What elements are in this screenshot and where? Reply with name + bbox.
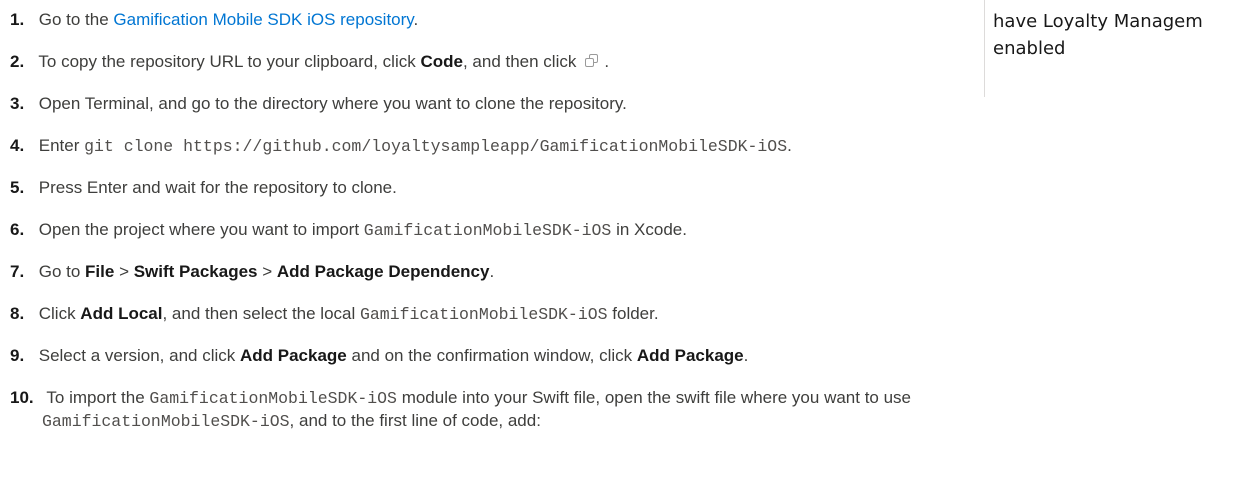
step-6: 6. Open the project where you want to im…: [10, 219, 687, 242]
step-text: Click Add Local, and then select the loc…: [38, 304, 659, 324]
text-segment: Go to: [38, 262, 86, 281]
text-segment: Open the project where you want to impor…: [38, 220, 364, 239]
package-name-code: GamificationMobileSDK-iOS: [360, 305, 608, 324]
text-segment: To import the: [46, 388, 150, 407]
text-segment: and on the confirmation window, click: [346, 346, 637, 365]
code-button-label: Code: [420, 52, 463, 71]
step-text: To import the GamificationMobileSDK-iOS …: [46, 388, 912, 408]
step-10: 10. To import the GamificationMobileSDK-…: [10, 387, 911, 433]
text-segment: .: [489, 262, 495, 281]
step-8: 8. Click Add Local, and then select the …: [10, 303, 659, 326]
text-segment: Enter: [38, 136, 85, 155]
step-9: 9. Select a version, and click Add Packa…: [10, 345, 748, 367]
step-number: 6.: [10, 220, 25, 239]
step-5: 5. Press Enter and wait for the reposito…: [10, 177, 397, 199]
step-text: Open the project where you want to impor…: [38, 220, 687, 240]
step-text-continuation: GamificationMobileSDK-iOS, and to the fi…: [42, 410, 911, 433]
step-text: To copy the repository URL to your clipb…: [38, 52, 609, 71]
menu-add-package-dependency: Add Package Dependency: [276, 262, 490, 281]
repository-link[interactable]: Gamification Mobile SDK iOS repository: [113, 10, 413, 29]
step-text: Select a version, and click Add Package …: [39, 346, 749, 365]
step-number: 3.: [10, 94, 25, 113]
step-3: 3. Open Terminal, and go to the director…: [10, 93, 627, 115]
package-name-code: GamificationMobileSDK-iOS: [149, 389, 397, 408]
text-segment: .: [413, 10, 419, 29]
step-number: 8.: [10, 304, 25, 323]
menu-separator: >: [257, 262, 277, 281]
text-segment: To copy the repository URL to your clipb…: [38, 52, 421, 71]
text-segment: .: [604, 52, 610, 71]
text-segment: .: [787, 136, 792, 155]
step-2: 2. To copy the repository URL to your cl…: [10, 51, 609, 73]
add-package-label: Add Package: [240, 346, 347, 365]
text-segment: , and to the first line of code, add:: [289, 411, 541, 430]
git-clone-command: git clone https://github.com/loyaltysamp…: [84, 137, 788, 156]
text-segment: Go to the: [38, 10, 114, 29]
menu-file: File: [85, 262, 115, 281]
sidebar-note-text: have Loyalty Managem enabled: [993, 11, 1203, 59]
package-name-code: GamificationMobileSDK-iOS: [363, 221, 612, 240]
step-number: 7.: [10, 262, 25, 281]
package-name-code: GamificationMobileSDK-iOS: [42, 412, 290, 431]
step-number: 4.: [10, 136, 25, 155]
step-text: Enter git clone https://github.com/loyal…: [38, 136, 792, 156]
text-segment: .: [743, 346, 749, 365]
step-number: 5.: [10, 178, 25, 197]
step-1: 1. Go to the Gamification Mobile SDK iOS…: [10, 9, 418, 31]
step-7: 7. Go to File > Swift Packages > Add Pac…: [10, 261, 494, 283]
step-text: Go to File > Swift Packages > Add Packag…: [39, 262, 494, 281]
step-4: 4. Enter git clone https://github.com/lo…: [10, 135, 792, 158]
step-text: Go to the Gamification Mobile SDK iOS re…: [39, 10, 419, 29]
text-segment: , and then click: [462, 52, 577, 71]
add-package-label: Add Package: [636, 346, 744, 365]
sidebar-note-panel: have Loyalty Managem enabled: [984, 0, 1247, 97]
step-number: 1.: [10, 10, 25, 29]
text-segment: folder.: [607, 304, 659, 323]
step-number: 10.: [10, 388, 34, 407]
step-number: 9.: [10, 346, 25, 365]
instructions-page: 1. Go to the Gamification Mobile SDK iOS…: [0, 0, 1247, 493]
step-text: Press Enter and wait for the repository …: [38, 178, 397, 197]
text-segment: Click: [38, 304, 81, 323]
add-local-label: Add Local: [80, 304, 163, 323]
step-number: 2.: [10, 52, 25, 71]
copy-icon[interactable]: [584, 53, 600, 69]
text-segment: module into your Swift file, open the sw…: [396, 388, 912, 407]
menu-separator: >: [114, 262, 134, 281]
step-text: Open Terminal, and go to the directory w…: [38, 94, 627, 113]
text-segment: , and then select the local: [162, 304, 360, 323]
text-segment: Select a version, and click: [38, 346, 240, 365]
menu-swift-packages: Swift Packages: [133, 262, 258, 281]
text-segment: in Xcode.: [611, 220, 687, 239]
